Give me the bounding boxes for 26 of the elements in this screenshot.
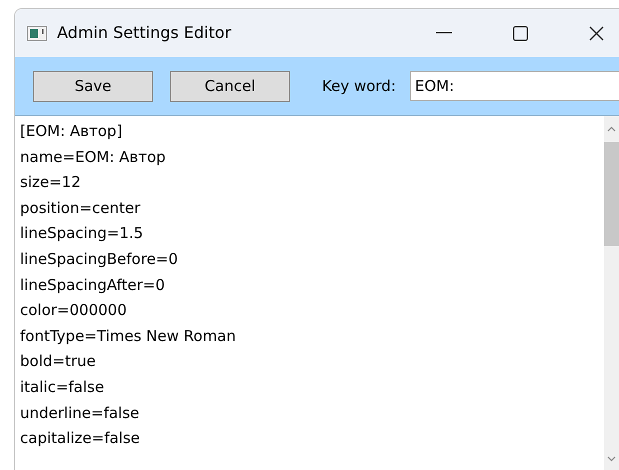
text-line: lineSpacingBefore=0 [20,248,178,270]
minimize-icon [436,32,452,34]
app-icon [27,26,47,40]
toolbar-button[interactable]: Save [33,70,153,102]
close-icon [588,26,604,40]
text-line: italic=false [20,376,104,398]
text-line: color=000000 [20,300,127,322]
text-line: capitalize=false [20,428,140,450]
scroll-up-icon [607,126,616,132]
text-line: fontType=Times New Roman [20,326,236,347]
text-line: lineSpacingAfter=0 [20,274,165,296]
text-line: name=EOM: Автор [20,146,166,168]
text-line: underline=false [20,402,140,424]
scrollbar-thumb[interactable] [604,142,619,246]
text-line: [EOM: Автор] [20,121,122,142]
maximize-icon [512,26,528,40]
window-title: Admin Settings Editor [57,22,232,44]
text-line: bold=true [20,351,96,372]
text-line: lineSpacing=1.5 [20,223,144,244]
vertical-scrollbar[interactable] [604,116,619,470]
text-line: position=center [20,198,140,219]
keyword-field[interactable]: EOM: [410,71,619,101]
toolbar-button[interactable]: Cancel [170,70,290,102]
scroll-down-icon [607,456,616,462]
keyword-label: Key word: [322,76,396,97]
text-line: size=12 [20,172,81,194]
